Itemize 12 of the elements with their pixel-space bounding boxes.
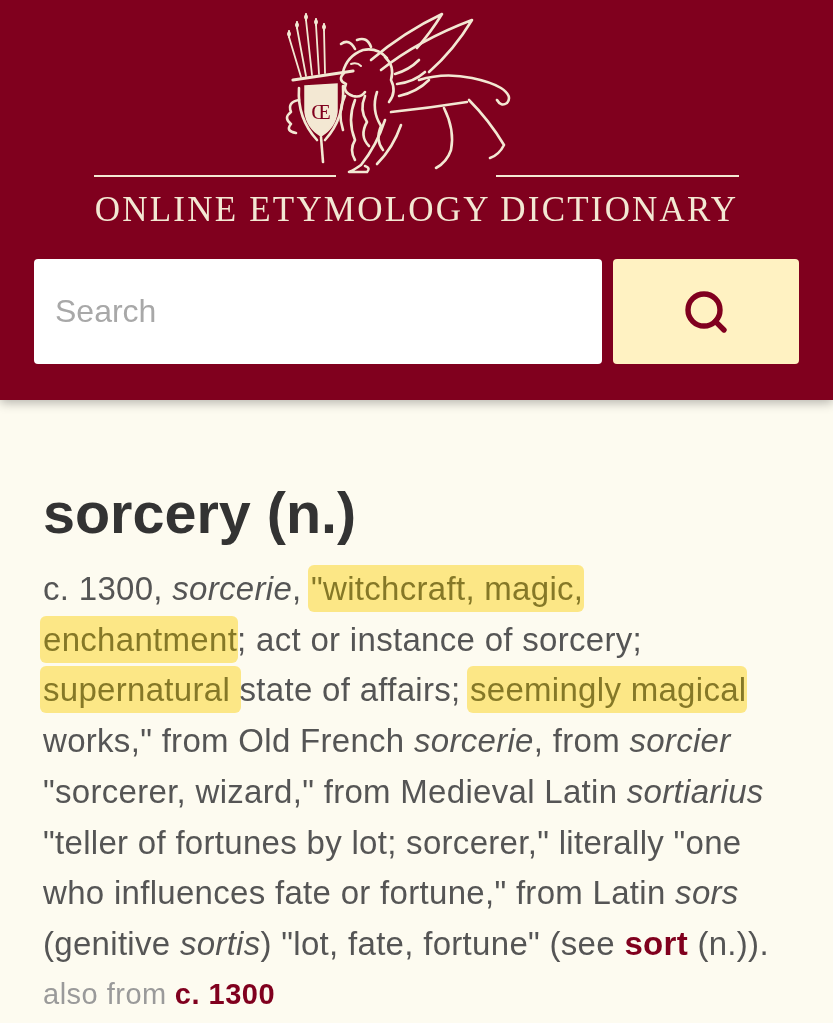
entry-link[interactable]: sort [624,924,688,962]
date-link[interactable]: c. 1300 [174,973,276,1014]
highlighted-text: "witchcraft, magic, [308,565,585,612]
site-title: ONLINE ETYMOLOGY DICTIONARY [94,190,739,230]
entry-headword: sorcery (n.) [43,480,358,546]
search-field[interactable]: Search [34,259,602,364]
logo-monogram: Œ [311,99,331,124]
highlighted-text: enchantment [40,615,239,663]
also-from-label: also from [43,976,167,1012]
highlighted-text: seemingly magical [466,666,748,714]
search-button[interactable] [613,259,799,364]
highlighted-text: supernatural [40,666,241,714]
